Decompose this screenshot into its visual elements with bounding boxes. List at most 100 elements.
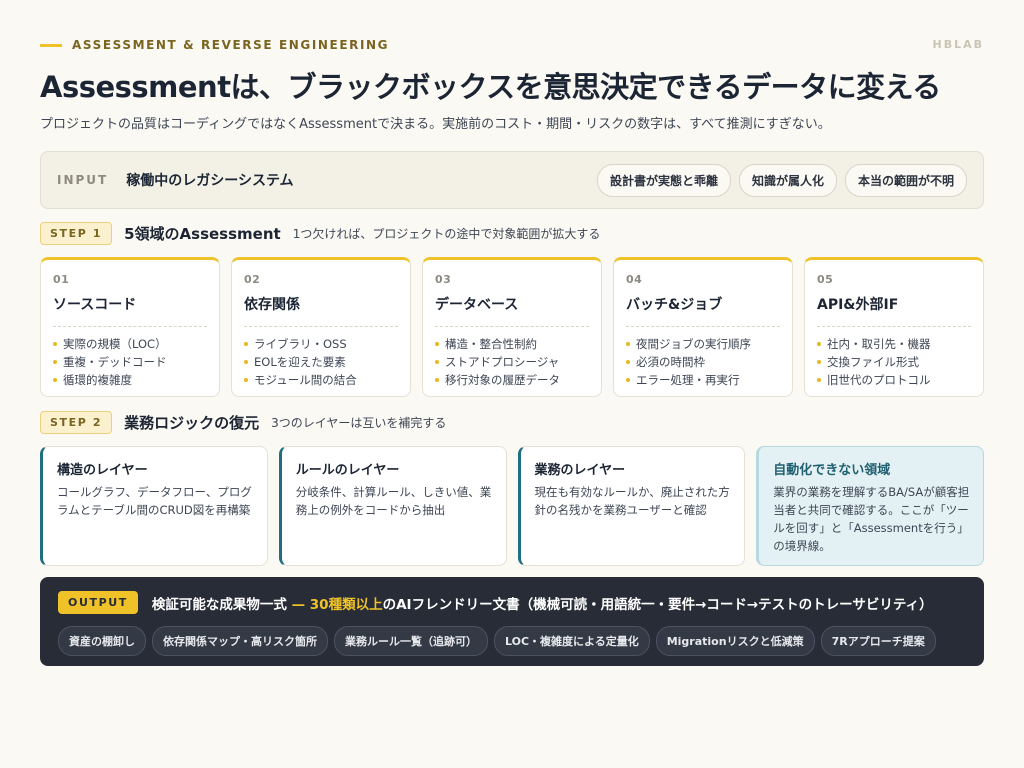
bullet-icon [244, 342, 248, 346]
list-item-text: 社内・取引先・機器 [827, 337, 931, 351]
divider [435, 326, 589, 327]
bullet-icon [626, 342, 630, 346]
list-item: 構造・整合性制約 [435, 335, 589, 353]
layer-card-desc: 分岐条件、計算ルール、しきい値、業務上の例外をコードから抽出 [295, 485, 492, 517]
output-tag: 7Rアプローチ提案 [820, 626, 936, 656]
divider [626, 326, 780, 327]
input-tag: 本当の範囲が不明 [844, 163, 967, 197]
list-item: 旧世代のプロトコル [817, 371, 971, 389]
bullet-icon [817, 342, 821, 346]
step2-desc: 3つのレイヤーは互いを補完する [271, 416, 447, 430]
list-item-text: 循環的複雑度 [63, 373, 132, 387]
output-tag: Migrationリスクと低減策 [655, 626, 815, 656]
list-item-text: エラー処理・再実行 [636, 373, 740, 387]
input-tag: 知識が属人化 [738, 163, 837, 197]
list-item: 実際の規模（LOC） [53, 335, 207, 353]
bullet-icon [244, 378, 248, 382]
bullet-icon [244, 360, 248, 364]
list-item: モジュール間の結合 [244, 371, 398, 389]
bullet-icon [53, 342, 57, 346]
output-text-before: 検証可能な成果物一式 [151, 596, 292, 613]
output-tags: 資産の棚卸し 依存関係マップ・高リスク箇所 業務ルール一覧（追跡可） LOC・複… [58, 626, 966, 656]
logic-layers: 構造のレイヤー コールグラフ、データフロー、プログラムとテーブル間のCRUD図を… [40, 446, 984, 566]
layer-card-title: 業務のレイヤー [534, 463, 626, 478]
list-item-text: 重複・デッドコード [63, 355, 167, 369]
output-text-highlight: — 30種類以上 [291, 596, 383, 613]
eyebrow: ASSESSMENT & REVERSE ENGINEERING [40, 38, 389, 52]
list-item: 重複・デッドコード [53, 353, 207, 371]
list-item-text: EOLを迎えた要素 [254, 355, 346, 369]
output-text: 検証可能な成果物一式 — 30種類以上のAIフレンドリー文書（機械可読・用語統一… [152, 593, 933, 613]
area-card-api-interfaces: 05 API&外部IF 社内・取引先・機器 交換ファイル形式 旧世代のプロトコル [804, 257, 984, 397]
brand-logo: HBLAB [932, 38, 984, 51]
area-card-number: 05 [817, 273, 834, 286]
list-item: ストアドプロシージャ [435, 353, 589, 371]
layer-card-structure: 構造のレイヤー コールグラフ、データフロー、プログラムとテーブル間のCRUD図を… [40, 446, 268, 566]
input-tags: 設計書が実態と乖離 知識が属人化 本当の範囲が不明 [596, 163, 967, 197]
assessment-areas: 01 ソースコード 実際の規模（LOC） 重複・デッドコード 循環的複雑度 02… [40, 257, 984, 397]
area-card-title: ソースコード [53, 297, 137, 313]
layer-card-title: 自動化できない領域 [773, 463, 891, 478]
list-item-text: 構造・整合性制約 [445, 337, 537, 351]
output-tag: 資産の棚卸し [58, 626, 146, 656]
divider [53, 326, 207, 327]
bullet-icon [53, 360, 57, 364]
output-tag: 依存関係マップ・高リスク箇所 [152, 626, 328, 656]
list-item-text: 必須の時間枠 [636, 355, 705, 369]
output-tag: 業務ルール一覧（追跡可） [334, 626, 488, 656]
list-item: 移行対象の履歴データ [435, 371, 589, 389]
output-badge: OUTPUT [58, 591, 138, 614]
list-item-text: 夜間ジョブの実行順序 [636, 337, 751, 351]
step1-desc: 1つ欠ければ、プロジェクトの途中で対象範囲が拡大する [292, 227, 601, 241]
list-item: 循環的複雑度 [53, 371, 207, 389]
area-card-title: 依存関係 [244, 297, 300, 313]
list-item-text: 交換ファイル形式 [827, 355, 919, 369]
area-card-number: 01 [53, 273, 70, 286]
area-card-database: 03 データベース 構造・整合性制約 ストアドプロシージャ 移行対象の履歴データ [422, 257, 602, 397]
step2-title: 業務ロジックの復元 [124, 414, 260, 432]
bullet-icon [435, 360, 439, 364]
bullet-icon [53, 378, 57, 382]
list-item: EOLを迎えた要素 [244, 353, 398, 371]
area-card-dependencies: 02 依存関係 ライブラリ・OSS EOLを迎えた要素 モジュール間の結合 [231, 257, 411, 397]
layer-card-business: 業務のレイヤー 現在も有効なルールか、廃止された方針の名残かを業務ユーザーと確認 [517, 446, 746, 566]
layer-card-desc: コールグラフ、データフロー、プログラムとテーブル間のCRUD図を再構築 [57, 485, 252, 517]
list-item-text: ストアドプロシージャ [445, 355, 560, 369]
step1-title: 5領域のAssessment [124, 225, 281, 243]
list-item: エラー処理・再実行 [626, 371, 780, 389]
input-label: INPUT [57, 173, 109, 187]
step1-badge: STEP 1 [40, 222, 113, 245]
layer-card-title: ルールのレイヤー [295, 463, 400, 478]
output-panel: OUTPUT 検証可能な成果物一式 — 30種類以上のAIフレンドリー文書（機械… [40, 577, 984, 666]
output-tag: LOC・複雑度による定量化 [494, 626, 650, 656]
list-item: 必須の時間枠 [626, 353, 780, 371]
area-card-number: 04 [626, 273, 643, 286]
input-tag: 設計書が実態と乖離 [596, 163, 731, 197]
divider [244, 326, 398, 327]
list-item: 社内・取引先・機器 [817, 335, 971, 353]
page-subtitle: プロジェクトの品質はコーディングではなくAssessmentで決まる。実施前のコ… [40, 117, 831, 132]
area-card-number: 02 [244, 273, 261, 286]
bullet-icon [817, 378, 821, 382]
list-item-text: モジュール間の結合 [254, 373, 357, 387]
bullet-icon [626, 360, 630, 364]
input-panel: INPUT 稼働中のレガシーシステム 設計書が実態と乖離 知識が属人化 本当の範… [40, 151, 984, 209]
area-card-title: API&外部IF [817, 297, 899, 313]
area-card-source-code: 01 ソースコード 実際の規模（LOC） 重複・デッドコード 循環的複雑度 [40, 257, 220, 397]
bullet-icon [817, 360, 821, 364]
step2-badge: STEP 2 [40, 411, 113, 434]
list-item-text: 実際の規模（LOC） [63, 337, 167, 351]
layer-card-non-automatable: 自動化できない領域 業界の業務を理解するBA/SAが顧客担当者と共同で確認する。… [756, 446, 984, 566]
area-card-title: バッチ&ジョブ [626, 297, 723, 313]
eyebrow-accent-line [40, 43, 62, 47]
layer-card-title: 構造のレイヤー [57, 463, 148, 478]
divider [817, 326, 971, 327]
bullet-icon [435, 378, 439, 382]
list-item: 夜間ジョブの実行順序 [626, 335, 780, 353]
step1-header: STEP 1 5領域のAssessment 1つ欠ければ、プロジェクトの途中で対… [40, 222, 984, 245]
layer-card-desc: 業界の業務を理解するBA/SAが顧客担当者と共同で確認する。ここが「ツールを回す… [773, 485, 970, 553]
list-item-text: 旧世代のプロトコル [827, 373, 931, 387]
list-item-text: 移行対象の履歴データ [445, 373, 560, 387]
eyebrow-text: ASSESSMENT & REVERSE ENGINEERING [72, 38, 390, 52]
area-card-number: 03 [435, 273, 452, 286]
